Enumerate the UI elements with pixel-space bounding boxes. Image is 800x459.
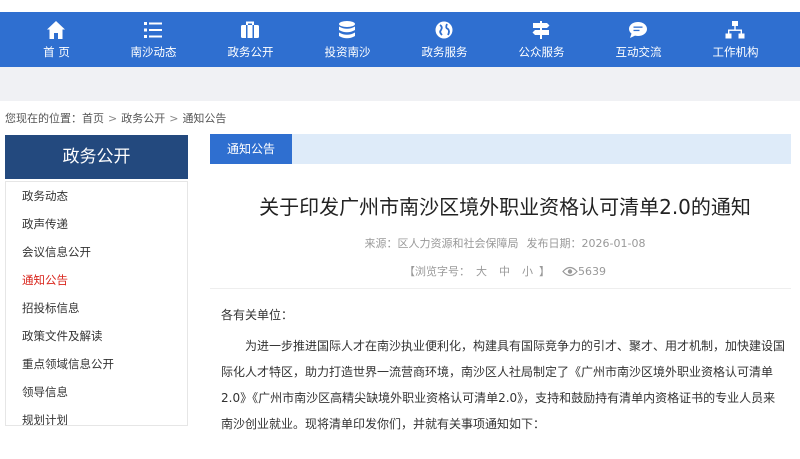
eye-icon (562, 266, 578, 277)
font-size-medium-button[interactable]: 中 (499, 265, 510, 278)
nav-label: 首 页 (43, 45, 70, 59)
sidebar-title: 政务公开 (5, 135, 188, 179)
sidebar-menu: 政务动态 政声传递 会议信息公开 通知公告 招投标信息 政策文件及解读 重点领域… (5, 181, 188, 426)
greeting: 各有关单位： (221, 308, 294, 322)
nav-label: 公众服务 (518, 45, 565, 59)
nav-item-interaction[interactable]: 互动交流 (590, 12, 687, 67)
section-tab-bar: 通知公告 (210, 134, 791, 164)
nav-label: 南沙动态 (130, 45, 177, 59)
source-value: 区人力资源和社会保障局 (397, 237, 519, 250)
globe-icon (435, 21, 453, 39)
sidebar-item-meetings[interactable]: 会议信息公开 (22, 244, 91, 260)
nav-label: 政务公开 (227, 45, 274, 59)
org-chart-icon (725, 21, 745, 39)
sidebar-item-key-areas[interactable]: 重点领域信息公开 (22, 356, 114, 372)
date-label: 发布日期： (526, 237, 582, 250)
main-nav: 首 页 南沙动态 政务公开 投资南沙 政务服务 公众服务 互动交流 工作机构 (0, 12, 800, 67)
breadcrumb-home-link[interactable]: 首页 (82, 112, 104, 125)
nav-item-home[interactable]: 首 页 (8, 12, 105, 67)
list-icon (144, 22, 162, 38)
article-title: 关于印发广州市南沙区境外职业资格认可清单2.0的通知 (259, 195, 751, 219)
database-icon (339, 21, 355, 39)
font-size-small-button[interactable]: 小 (522, 265, 533, 278)
sidebar-item-notices[interactable]: 通知公告 (22, 272, 68, 288)
nav-label: 工作机构 (712, 45, 759, 59)
briefcase-icon (241, 21, 259, 38)
nav-item-government-affairs[interactable]: 政务公开 (202, 12, 299, 67)
nav-item-services[interactable]: 政务服务 (396, 12, 493, 67)
nav-label: 互动交流 (615, 45, 662, 59)
signpost-icon (532, 21, 550, 39)
breadcrumb-separator: > (169, 112, 179, 125)
sidebar-item-bidding[interactable]: 招投标信息 (22, 300, 80, 316)
source-label: 来源： (364, 237, 398, 250)
nav-label: 政务服务 (421, 45, 468, 59)
breadcrumb: 您现在的位置：首页 > 政务公开 > 通知公告 (5, 110, 226, 126)
breadcrumb-notice-link[interactable]: 通知公告 (182, 112, 226, 125)
chat-icon (629, 22, 647, 38)
divider (210, 288, 791, 289)
sidebar-item-plans[interactable]: 规划计划 (22, 412, 68, 425)
view-count: 5639 (578, 265, 606, 278)
nav-item-public-services[interactable]: 公众服务 (493, 12, 590, 67)
sidebar-item-news[interactable]: 政务动态 (22, 188, 68, 204)
sub-bar (0, 67, 800, 101)
body-paragraph: 为进一步推进国际人才在南沙执业便利化，构建具有国际竞争力的引才、聚才、用才机制，… (221, 339, 786, 431)
font-size-label: 【浏览字号： (404, 265, 470, 278)
breadcrumb-separator: > (108, 112, 118, 125)
nav-label: 投资南沙 (324, 45, 371, 59)
sidebar-item-policies[interactable]: 政策文件及解读 (22, 328, 103, 344)
date-value: 2026-01-08 (581, 237, 646, 250)
tab-notices[interactable]: 通知公告 (210, 134, 292, 164)
nav-item-invest[interactable]: 投资南沙 (299, 12, 396, 67)
article-meta: 来源：区人力资源和社会保障局 发布日期：2026-01-08 (210, 235, 800, 251)
font-size-close: 】 (539, 265, 550, 278)
article-tools: 【浏览字号： 大中小】 5639 (210, 263, 800, 279)
breadcrumb-prefix: 您现在的位置： (5, 112, 82, 125)
sidebar-item-announcements[interactable]: 政声传递 (22, 216, 68, 232)
nav-item-organizations[interactable]: 工作机构 (687, 12, 784, 67)
home-icon (47, 21, 65, 39)
sidebar-item-leaders[interactable]: 领导信息 (22, 384, 68, 400)
font-size-large-button[interactable]: 大 (476, 265, 487, 278)
nav-item-news[interactable]: 南沙动态 (105, 12, 202, 67)
breadcrumb-government-link[interactable]: 政务公开 (121, 112, 165, 125)
